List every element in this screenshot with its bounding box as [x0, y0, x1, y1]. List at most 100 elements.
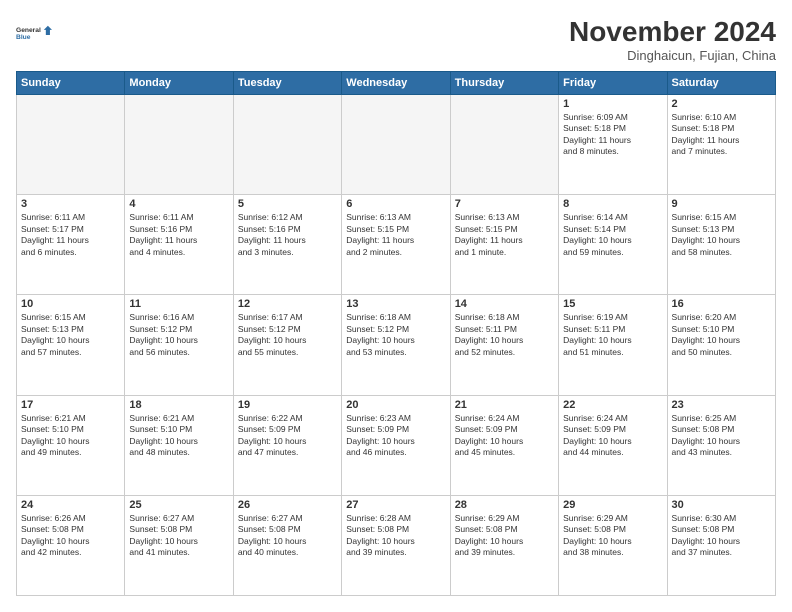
calendar-header-row: SundayMondayTuesdayWednesdayThursdayFrid… [17, 72, 776, 95]
calendar-cell [17, 95, 125, 195]
day-info: Sunrise: 6:13 AM Sunset: 5:15 PM Dayligh… [346, 212, 445, 258]
calendar-cell: 17 Sunrise: 6:21 AM Sunset: 5:10 PM Dayli… [17, 395, 125, 495]
calendar-body: 1 Sunrise: 6:09 AM Sunset: 5:18 PM Daylig… [17, 95, 776, 596]
day-info: Sunrise: 6:22 AM Sunset: 5:09 PM Dayligh… [238, 413, 337, 459]
calendar-cell: 1 Sunrise: 6:09 AM Sunset: 5:18 PM Daylig… [559, 95, 667, 195]
day-info: Sunrise: 6:23 AM Sunset: 5:09 PM Dayligh… [346, 413, 445, 459]
calendar-week-row: 3 Sunrise: 6:11 AM Sunset: 5:17 PM Daylig… [17, 195, 776, 295]
day-number: 17 [21, 399, 120, 411]
calendar-week-row: 17 Sunrise: 6:21 AM Sunset: 5:10 PM Dayli… [17, 395, 776, 495]
day-number: 4 [129, 198, 228, 210]
calendar-cell: 19 Sunrise: 6:22 AM Sunset: 5:09 PM Dayli… [233, 395, 341, 495]
calendar-cell [125, 95, 233, 195]
day-number: 24 [21, 499, 120, 511]
day-number: 15 [563, 298, 662, 310]
day-number: 28 [455, 499, 554, 511]
calendar-week-row: 1 Sunrise: 6:09 AM Sunset: 5:18 PM Daylig… [17, 95, 776, 195]
svg-text:Blue: Blue [16, 34, 31, 41]
day-info: Sunrise: 6:29 AM Sunset: 5:08 PM Dayligh… [455, 513, 554, 559]
day-number: 6 [346, 198, 445, 210]
day-info: Sunrise: 6:16 AM Sunset: 5:12 PM Dayligh… [129, 312, 228, 358]
day-number: 8 [563, 198, 662, 210]
calendar-cell: 29Sunrise: 6:29 AM Sunset: 5:08 PM Dayli… [559, 495, 667, 595]
day-info: Sunrise: 6:11 AM Sunset: 5:16 PM Dayligh… [129, 212, 228, 258]
logo: General Blue [16, 16, 52, 52]
day-number: 1 [563, 98, 662, 110]
day-info: Sunrise: 6:11 AM Sunset: 5:17 PM Dayligh… [21, 212, 120, 258]
calendar-cell: 4 Sunrise: 6:11 AM Sunset: 5:16 PM Daylig… [125, 195, 233, 295]
day-info: Sunrise: 6:15 AM Sunset: 5:13 PM Dayligh… [672, 212, 771, 258]
day-number: 5 [238, 198, 337, 210]
weekday-header: Wednesday [342, 72, 450, 95]
day-number: 10 [21, 298, 120, 310]
calendar-cell: 5Sunrise: 6:12 AM Sunset: 5:16 PM Daylig… [233, 195, 341, 295]
calendar-cell: 25 Sunrise: 6:27 AM Sunset: 5:08 PM Dayli… [125, 495, 233, 595]
day-info: Sunrise: 6:21 AM Sunset: 5:10 PM Dayligh… [21, 413, 120, 459]
day-number: 14 [455, 298, 554, 310]
day-info: Sunrise: 6:09 AM Sunset: 5:18 PM Dayligh… [563, 112, 662, 158]
day-info: Sunrise: 6:17 AM Sunset: 5:12 PM Dayligh… [238, 312, 337, 358]
svg-text:General: General [16, 27, 41, 34]
calendar-cell: 20 Sunrise: 6:23 AM Sunset: 5:09 PM Dayli… [342, 395, 450, 495]
day-number: 19 [238, 399, 337, 411]
weekday-header: Sunday [17, 72, 125, 95]
day-number: 3 [21, 198, 120, 210]
calendar-cell [233, 95, 341, 195]
calendar-table: SundayMondayTuesdayWednesdayThursdayFrid… [16, 71, 776, 596]
day-info: Sunrise: 6:19 AM Sunset: 5:11 PM Dayligh… [563, 312, 662, 358]
day-number: 20 [346, 399, 445, 411]
calendar-cell: 30 Sunrise: 6:30 AM Sunset: 5:08 PM Dayli… [667, 495, 775, 595]
calendar-cell: 2Sunrise: 6:10 AM Sunset: 5:18 PM Daylig… [667, 95, 775, 195]
day-number: 26 [238, 499, 337, 511]
day-info: Sunrise: 6:29 AM Sunset: 5:08 PM Dayligh… [563, 513, 662, 559]
calendar-cell: 21 Sunrise: 6:24 AM Sunset: 5:09 PM Dayli… [450, 395, 558, 495]
day-number: 30 [672, 499, 771, 511]
day-info: Sunrise: 6:13 AM Sunset: 5:15 PM Dayligh… [455, 212, 554, 258]
day-number: 11 [129, 298, 228, 310]
day-number: 12 [238, 298, 337, 310]
day-number: 16 [672, 298, 771, 310]
calendar-cell: 15 Sunrise: 6:19 AM Sunset: 5:11 PM Dayli… [559, 295, 667, 395]
calendar-cell: 18Sunrise: 6:21 AM Sunset: 5:10 PM Dayli… [125, 395, 233, 495]
day-number: 25 [129, 499, 228, 511]
calendar-cell: 10Sunrise: 6:15 AM Sunset: 5:13 PM Dayli… [17, 295, 125, 395]
calendar-week-row: 10Sunrise: 6:15 AM Sunset: 5:13 PM Dayli… [17, 295, 776, 395]
header: General Blue November 2024 Dinghaicun, F… [16, 16, 776, 63]
month-title: November 2024 [569, 16, 776, 48]
weekday-header: Monday [125, 72, 233, 95]
day-info: Sunrise: 6:27 AM Sunset: 5:08 PM Dayligh… [129, 513, 228, 559]
weekday-header: Friday [559, 72, 667, 95]
calendar-cell: 24 Sunrise: 6:26 AM Sunset: 5:08 PM Dayli… [17, 495, 125, 595]
day-info: Sunrise: 6:26 AM Sunset: 5:08 PM Dayligh… [21, 513, 120, 559]
calendar-cell: 13Sunrise: 6:18 AM Sunset: 5:12 PM Dayli… [342, 295, 450, 395]
calendar-cell: 23 Sunrise: 6:25 AM Sunset: 5:08 PM Dayli… [667, 395, 775, 495]
day-info: Sunrise: 6:24 AM Sunset: 5:09 PM Dayligh… [455, 413, 554, 459]
logo-svg: General Blue [16, 16, 52, 52]
title-block: November 2024 Dinghaicun, Fujian, China [569, 16, 776, 63]
calendar-cell: 27Sunrise: 6:28 AM Sunset: 5:08 PM Dayli… [342, 495, 450, 595]
location: Dinghaicun, Fujian, China [569, 48, 776, 63]
weekday-header: Thursday [450, 72, 558, 95]
calendar-cell: 26 Sunrise: 6:27 AM Sunset: 5:08 PM Dayli… [233, 495, 341, 595]
day-info: Sunrise: 6:10 AM Sunset: 5:18 PM Dayligh… [672, 112, 771, 158]
day-number: 21 [455, 399, 554, 411]
page: General Blue November 2024 Dinghaicun, F… [0, 0, 792, 612]
calendar-cell: 6 Sunrise: 6:13 AM Sunset: 5:15 PM Daylig… [342, 195, 450, 295]
day-number: 13 [346, 298, 445, 310]
day-info: Sunrise: 6:20 AM Sunset: 5:10 PM Dayligh… [672, 312, 771, 358]
calendar-cell: 3 Sunrise: 6:11 AM Sunset: 5:17 PM Daylig… [17, 195, 125, 295]
calendar-cell: 9Sunrise: 6:15 AM Sunset: 5:13 PM Daylig… [667, 195, 775, 295]
day-info: Sunrise: 6:27 AM Sunset: 5:08 PM Dayligh… [238, 513, 337, 559]
day-info: Sunrise: 6:30 AM Sunset: 5:08 PM Dayligh… [672, 513, 771, 559]
calendar-cell: 11 Sunrise: 6:16 AM Sunset: 5:12 PM Dayli… [125, 295, 233, 395]
day-number: 23 [672, 399, 771, 411]
weekday-header: Tuesday [233, 72, 341, 95]
calendar-cell: 12 Sunrise: 6:17 AM Sunset: 5:12 PM Dayli… [233, 295, 341, 395]
day-info: Sunrise: 6:21 AM Sunset: 5:10 PM Dayligh… [129, 413, 228, 459]
calendar-cell: 8 Sunrise: 6:14 AM Sunset: 5:14 PM Daylig… [559, 195, 667, 295]
day-info: Sunrise: 6:25 AM Sunset: 5:08 PM Dayligh… [672, 413, 771, 459]
day-number: 7 [455, 198, 554, 210]
day-info: Sunrise: 6:14 AM Sunset: 5:14 PM Dayligh… [563, 212, 662, 258]
day-number: 22 [563, 399, 662, 411]
weekday-header: Saturday [667, 72, 775, 95]
